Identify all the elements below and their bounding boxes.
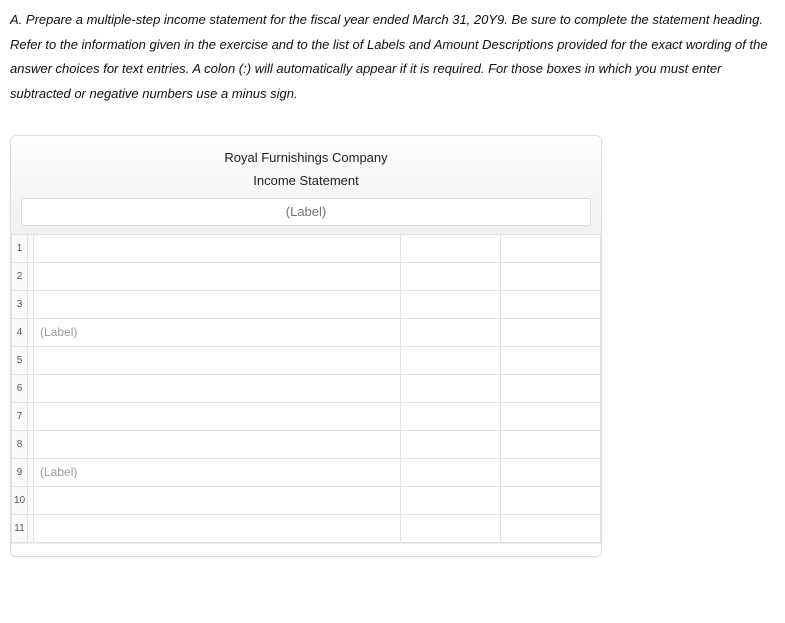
description-cell[interactable] (34, 290, 401, 318)
amount-cell-2[interactable] (501, 262, 601, 290)
amount-cell-1[interactable] (401, 374, 501, 402)
row-number: 10 (12, 486, 28, 514)
amount-cell-2[interactable] (501, 402, 601, 430)
amount-cell-2[interactable] (501, 374, 601, 402)
statement-header: Royal Furnishings Company Income Stateme… (11, 136, 601, 234)
table-row: 10 (12, 486, 601, 514)
amount-cell-1[interactable] (401, 318, 501, 346)
description-cell[interactable] (34, 514, 401, 542)
instructions-text: A. Prepare a multiple-step income statem… (10, 8, 775, 107)
description-cell[interactable]: (Label) (34, 458, 401, 486)
description-cell[interactable] (34, 346, 401, 374)
row-number: 6 (12, 374, 28, 402)
table-row: 6 (12, 374, 601, 402)
amount-cell-2[interactable] (501, 318, 601, 346)
amount-cell-1[interactable] (401, 262, 501, 290)
statement-title: Income Statement (19, 173, 593, 198)
table-row: 8 (12, 430, 601, 458)
amount-cell-1[interactable] (401, 458, 501, 486)
description-cell[interactable] (34, 262, 401, 290)
amount-cell-1[interactable] (401, 234, 501, 262)
row-number: 1 (12, 234, 28, 262)
amount-cell-1[interactable] (401, 402, 501, 430)
row-number: 8 (12, 430, 28, 458)
amount-cell-1[interactable] (401, 290, 501, 318)
amount-cell-1[interactable] (401, 346, 501, 374)
table-row: 4 (Label) (12, 318, 601, 346)
row-number: 5 (12, 346, 28, 374)
description-cell[interactable]: (Label) (34, 318, 401, 346)
description-cell[interactable] (34, 374, 401, 402)
row-number: 11 (12, 514, 28, 542)
amount-cell-2[interactable] (501, 290, 601, 318)
table-row: 9 (Label) (12, 458, 601, 486)
row-number: 2 (12, 262, 28, 290)
table-row: 7 (12, 402, 601, 430)
income-statement-card: Royal Furnishings Company Income Stateme… (10, 135, 602, 557)
company-name: Royal Furnishings Company (19, 146, 593, 173)
statement-heading-input[interactable] (21, 198, 591, 226)
row-number: 3 (12, 290, 28, 318)
table-row: 11 (12, 514, 601, 542)
row-number: 9 (12, 458, 28, 486)
amount-cell-2[interactable] (501, 458, 601, 486)
description-cell[interactable] (34, 486, 401, 514)
amount-cell-1[interactable] (401, 430, 501, 458)
row-number: 7 (12, 402, 28, 430)
amount-cell-2[interactable] (501, 430, 601, 458)
amount-cell-2[interactable] (501, 346, 601, 374)
amount-cell-1[interactable] (401, 514, 501, 542)
table-row: 2 (12, 262, 601, 290)
amount-cell-2[interactable] (501, 486, 601, 514)
amount-cell-2[interactable] (501, 234, 601, 262)
card-footer (11, 543, 601, 556)
description-cell[interactable] (34, 234, 401, 262)
table-row: 3 (12, 290, 601, 318)
table-row: 1 (12, 234, 601, 262)
row-number: 4 (12, 318, 28, 346)
amount-cell-2[interactable] (501, 514, 601, 542)
amount-cell-1[interactable] (401, 486, 501, 514)
description-cell[interactable] (34, 402, 401, 430)
statement-grid: 1 2 3 4 ( (11, 234, 601, 543)
table-row: 5 (12, 346, 601, 374)
description-cell[interactable] (34, 430, 401, 458)
